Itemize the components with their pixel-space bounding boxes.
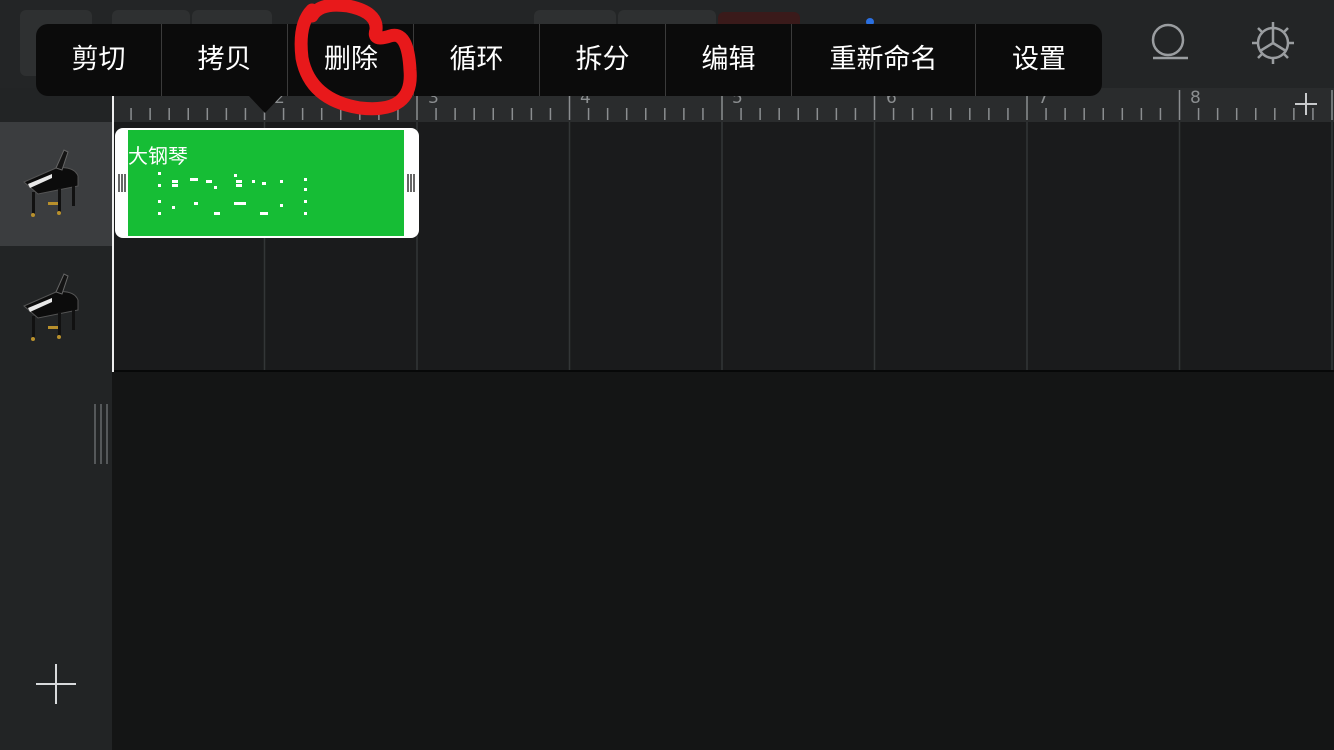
menu-item-edit[interactable]: 编辑	[666, 24, 791, 96]
region-midi-notes	[158, 172, 307, 215]
menu-item-loop[interactable]: 循环	[414, 24, 539, 96]
sidebar-resize-grip-icon[interactable]	[92, 404, 110, 464]
add-track-icon[interactable]	[34, 662, 78, 706]
region-left-trim-handle-icon[interactable]	[117, 174, 127, 192]
gear-icon[interactable]	[1248, 18, 1298, 68]
menu-item-copy[interactable]: 拷贝	[162, 24, 287, 96]
menu-item-rename[interactable]: 重新命名	[792, 24, 975, 96]
add-section-icon[interactable]	[1292, 90, 1320, 118]
ruler-bar-label: 8	[1190, 88, 1201, 108]
menu-item-split[interactable]: 拆分	[540, 24, 665, 96]
track-header-1[interactable]	[0, 122, 112, 246]
menu-item-cut[interactable]: 剪切	[36, 24, 161, 96]
menu-item-settings[interactable]: 设置	[976, 24, 1102, 96]
grand-piano-icon	[23, 149, 79, 217]
track-header-2[interactable]	[0, 246, 112, 370]
region-right-trim-handle-icon[interactable]	[406, 174, 416, 192]
region-context-menu: 剪切 拷贝 删除 循环 拆分 编辑 重新命名 设置	[36, 24, 1102, 96]
grand-piano-icon	[23, 273, 79, 341]
playhead[interactable]	[112, 96, 114, 372]
red-circle-annotation	[294, 0, 417, 116]
loop-browser-icon[interactable]	[1148, 22, 1188, 62]
context-menu-pointer	[248, 95, 282, 113]
region-name: 大钢琴	[128, 144, 188, 168]
